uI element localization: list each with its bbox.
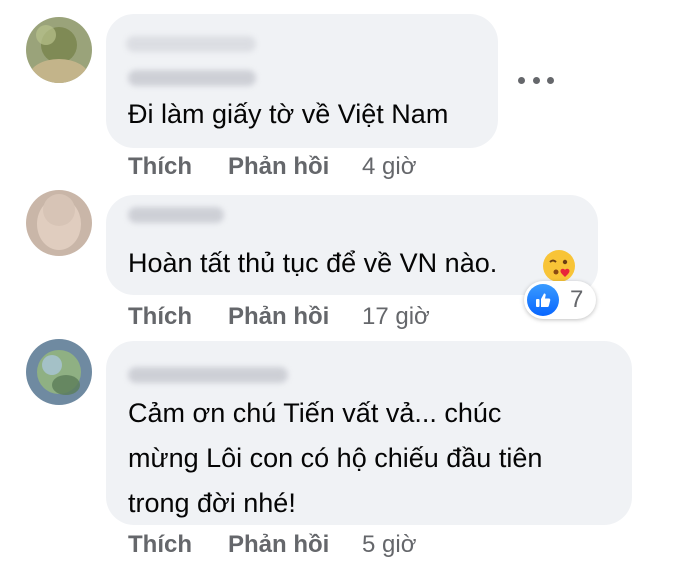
reply-link[interactable]: Phản hồi	[228, 153, 329, 181]
comment-text: Đi làm giấy tờ về Việt Nam	[128, 92, 448, 137]
reaction-summary[interactable]: 7	[524, 281, 596, 319]
like-link[interactable]: Thích	[128, 303, 192, 331]
comment-line: trong đời nhé!	[128, 488, 296, 518]
blowing-kiss-emoji	[541, 248, 577, 284]
comment-text: Cảm ơn chú Tiến vất vả... chúc mừng Lôi …	[128, 391, 542, 526]
reply-link[interactable]: Phản hồi	[228, 303, 329, 331]
timestamp[interactable]: 17 giờ	[362, 303, 430, 331]
like-link[interactable]: Thích	[128, 153, 192, 181]
comment-line: Cảm ơn chú Tiến vất vả... chúc	[128, 398, 502, 428]
more-options-dot	[532, 76, 540, 84]
comment-bubble: Cảm ơn chú Tiến vất vả... chúc mừng Lôi …	[106, 341, 632, 525]
commenter-name[interactable]	[128, 207, 224, 223]
comment-line: Đi làm giấy tờ về Việt Nam	[128, 99, 449, 129]
commenter-name[interactable]	[128, 367, 288, 383]
more-options-dot	[547, 76, 554, 84]
commenter-avatar[interactable]	[26, 17, 92, 83]
like-link[interactable]: Thích	[128, 531, 192, 559]
commenter-avatar[interactable]	[26, 339, 92, 405]
comment-text: Hoàn tất thủ tục để về VN nào.	[128, 241, 497, 286]
more-options-icon	[518, 76, 525, 84]
commenter-avatar[interactable]	[26, 190, 92, 256]
comment-bubble: Đi làm giấy tờ về Việt Nam	[106, 14, 498, 148]
reply-link[interactable]: Phản hồi	[228, 531, 329, 559]
timestamp[interactable]: 4 giờ	[362, 153, 416, 181]
commenter-name-secondary	[128, 70, 256, 86]
reaction-count: 7	[570, 286, 584, 313]
more-options-button[interactable]	[518, 66, 554, 94]
like-reaction-icon	[527, 284, 559, 316]
comment-line: mừng Lôi con có hộ chiếu đầu tiên	[128, 443, 543, 473]
comment-line: Hoàn tất thủ tục để về VN nào.	[128, 248, 498, 278]
commenter-name[interactable]	[126, 36, 256, 52]
comment-bubble: Hoàn tất thủ tục để về VN nào.	[106, 195, 598, 295]
timestamp[interactable]: 5 giờ	[362, 531, 416, 559]
